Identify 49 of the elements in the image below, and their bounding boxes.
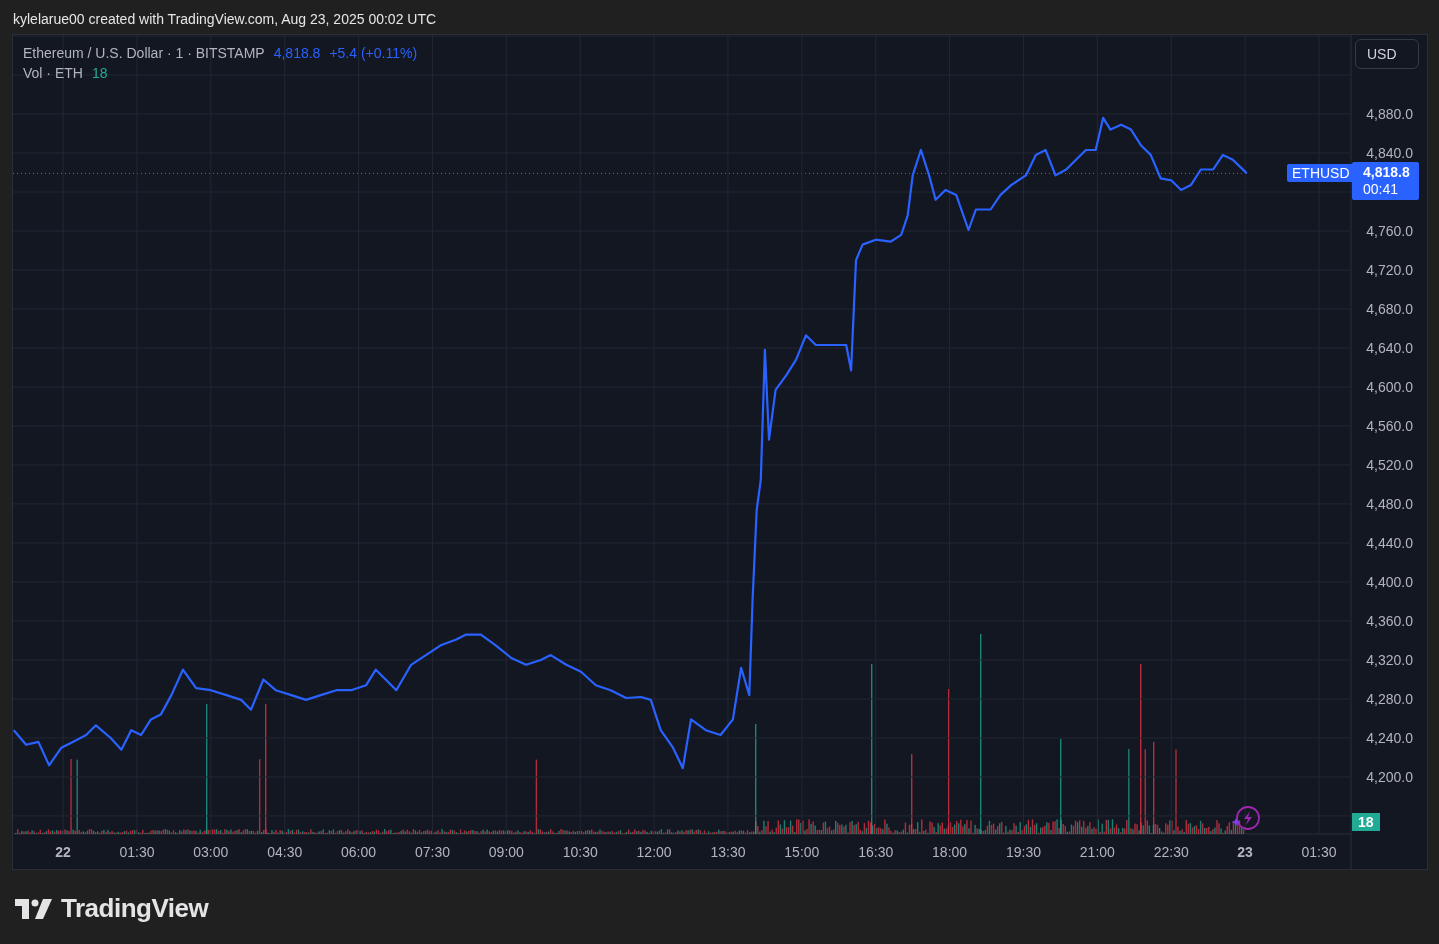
time-axis-label: 03:00	[193, 844, 229, 860]
price-axis-label: 4,640.0	[1366, 339, 1413, 356]
currency-button[interactable]: USD	[1355, 39, 1419, 69]
time-axis-label: 23	[1237, 844, 1253, 860]
symbol-price-tag: ETHUSD	[1287, 164, 1355, 183]
last-price: 4,818.8	[1363, 164, 1411, 182]
price-axis-label: 4,720.0	[1366, 261, 1413, 278]
time-axis-label: 21:00	[1079, 844, 1115, 860]
time-axis-label: 15:00	[784, 844, 820, 860]
price-axis-label: 4,520.0	[1366, 456, 1413, 473]
time-axis-label: 16:30	[858, 844, 894, 860]
price-axis-label: 4,560.0	[1366, 417, 1413, 434]
lightning-icon[interactable]	[1231, 805, 1261, 833]
price-axis-label: 4,240.0	[1366, 729, 1413, 746]
time-axis-label: 19:30	[1005, 844, 1041, 860]
time-axis-label: 10:30	[562, 844, 598, 860]
time-axis-label: 18:00	[932, 844, 968, 860]
volume-value: 18	[91, 65, 108, 81]
volume-label: Vol · ETH	[23, 65, 83, 81]
logo-text: TradingView	[61, 893, 209, 924]
price-axis-label: 4,400.0	[1366, 573, 1413, 590]
price-axis-label: 4,480.0	[1366, 495, 1413, 512]
time-axis-label: 04:30	[267, 844, 303, 860]
price-axis-label: 4,840.0	[1366, 144, 1413, 161]
time-axis-label: 06:00	[341, 844, 377, 860]
legend-price: 4,818.8	[273, 45, 321, 61]
volume-badge: 18	[1352, 813, 1380, 831]
bar-countdown: 00:41	[1363, 181, 1400, 199]
price-axis-label: 4,200.0	[1366, 768, 1413, 785]
price-axis-label: 4,360.0	[1366, 612, 1413, 629]
price-axis-label: 4,880.0	[1366, 105, 1413, 122]
time-axis-label: 01:30	[119, 844, 155, 860]
price-axis-label: 4,320.0	[1366, 651, 1413, 668]
price-axis-label: 4,440.0	[1366, 534, 1413, 551]
price-axis-label: 4,680.0	[1366, 300, 1413, 317]
time-axis-label: 22	[55, 844, 71, 860]
time-axis-label: 09:00	[488, 844, 524, 860]
time-axis-label: 13:30	[710, 844, 746, 860]
price-axis-label: 4,280.0	[1366, 690, 1413, 707]
time-axis-label: 01:30	[1301, 844, 1337, 860]
price-axis-label: 4,760.0	[1366, 222, 1413, 239]
attribution-text: kylelarue00 created with TradingView.com, Aug 23, 2025 00:02 UTC	[12, 10, 438, 29]
logo-icon	[15, 898, 53, 919]
legend-change: +5.4 (+0.11%)	[329, 45, 418, 61]
time-axis-label: 12:00	[636, 844, 672, 860]
price-axis-label: 4,600.0	[1366, 378, 1413, 395]
time-axis-label: 07:30	[414, 844, 450, 860]
symbol-title: Ethereum / U.S. Dollar · 1 · BITSTAMP	[23, 45, 265, 61]
time-axis-label: 22:30	[1153, 844, 1189, 860]
